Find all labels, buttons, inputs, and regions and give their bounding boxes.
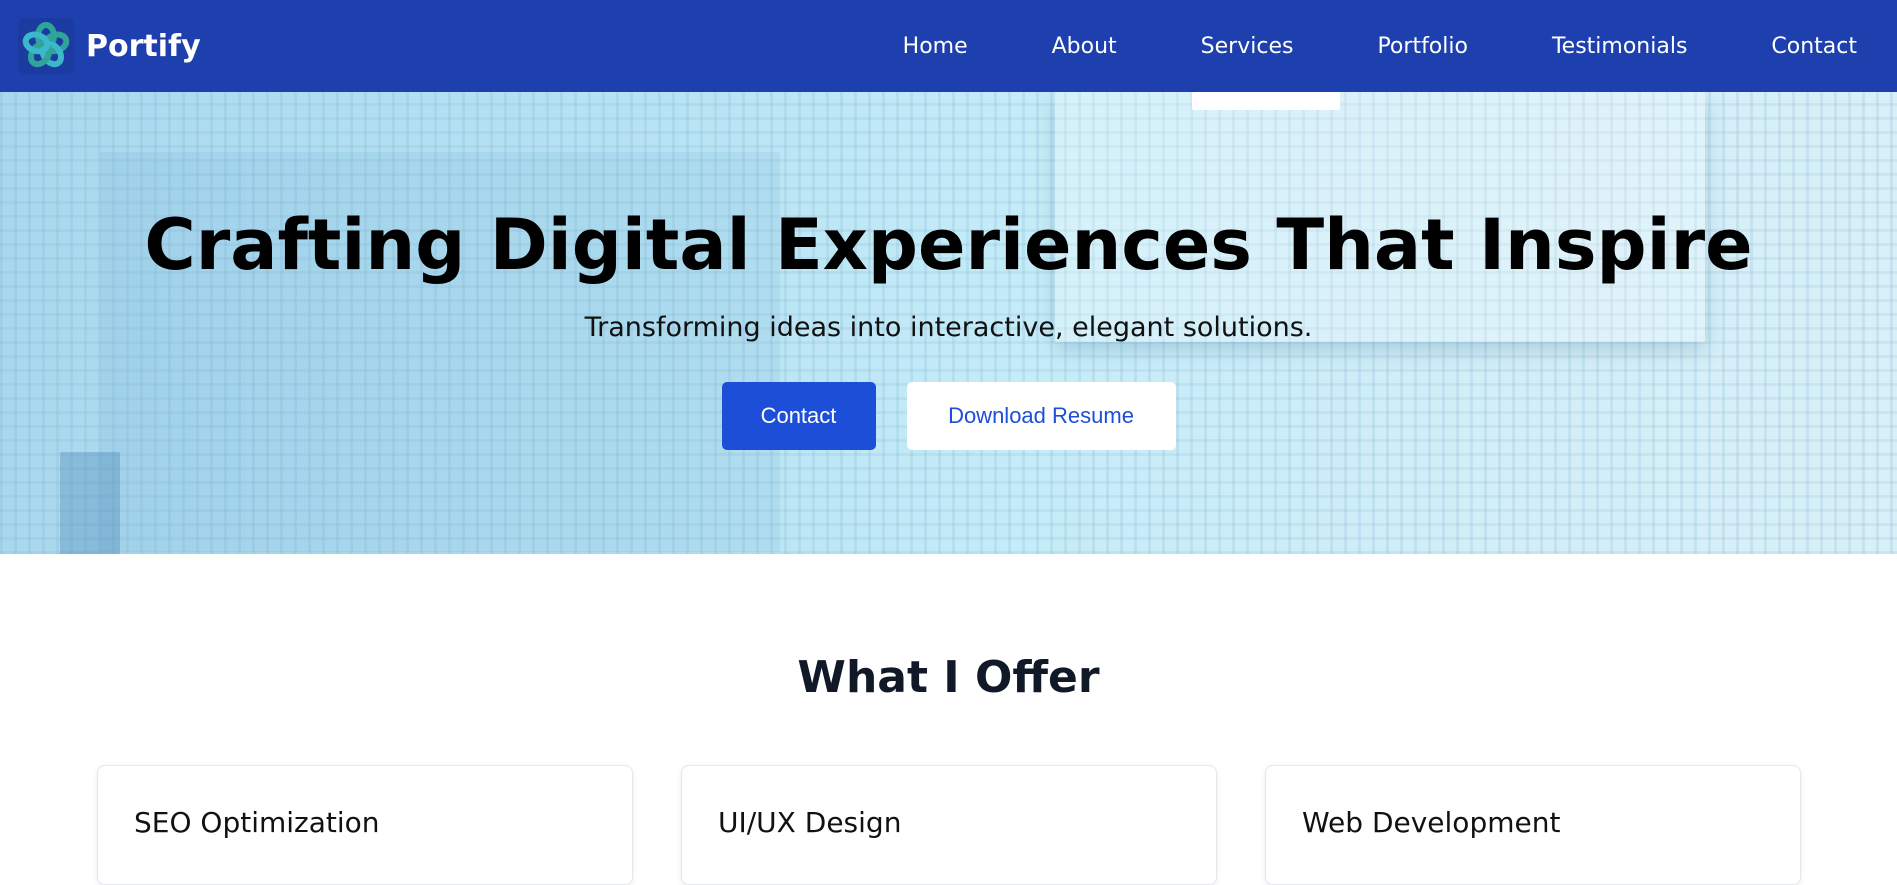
brand-name: Portify — [86, 28, 201, 64]
hero-title: Crafting Digital Experiences That Inspir… — [144, 204, 1753, 286]
services-cards: SEO Optimization UI/UX Design Web Develo… — [97, 765, 1801, 885]
service-card-title: Web Development — [1302, 806, 1561, 839]
logo-icon — [18, 18, 74, 74]
nav-services[interactable]: Services — [1201, 34, 1294, 59]
services-heading: What I Offer — [797, 652, 1100, 703]
service-card-uiux: UI/UX Design — [681, 765, 1217, 885]
hero-subtitle: Transforming ideas into interactive, ele… — [584, 312, 1313, 343]
nav-home[interactable]: Home — [903, 34, 968, 59]
nav-contact[interactable]: Contact — [1771, 34, 1857, 59]
nav-links: Home About Services Portfolio Testimonia… — [903, 0, 1897, 92]
download-resume-button[interactable]: Download Resume — [906, 382, 1176, 450]
top-navbar: Portify Home About Services Portfolio Te… — [0, 0, 1897, 92]
contact-button[interactable]: Contact — [721, 382, 876, 450]
nav-testimonials[interactable]: Testimonials — [1552, 34, 1687, 59]
hero-section: Crafting Digital Experiences That Inspir… — [0, 92, 1897, 554]
service-card-seo: SEO Optimization — [97, 765, 633, 885]
nav-about[interactable]: About — [1052, 34, 1117, 59]
service-card-title: UI/UX Design — [718, 806, 902, 839]
service-card-title: SEO Optimization — [134, 806, 380, 839]
service-card-webdev: Web Development — [1265, 765, 1801, 885]
logo[interactable]: Portify — [18, 18, 201, 74]
nav-portfolio[interactable]: Portfolio — [1377, 34, 1468, 59]
